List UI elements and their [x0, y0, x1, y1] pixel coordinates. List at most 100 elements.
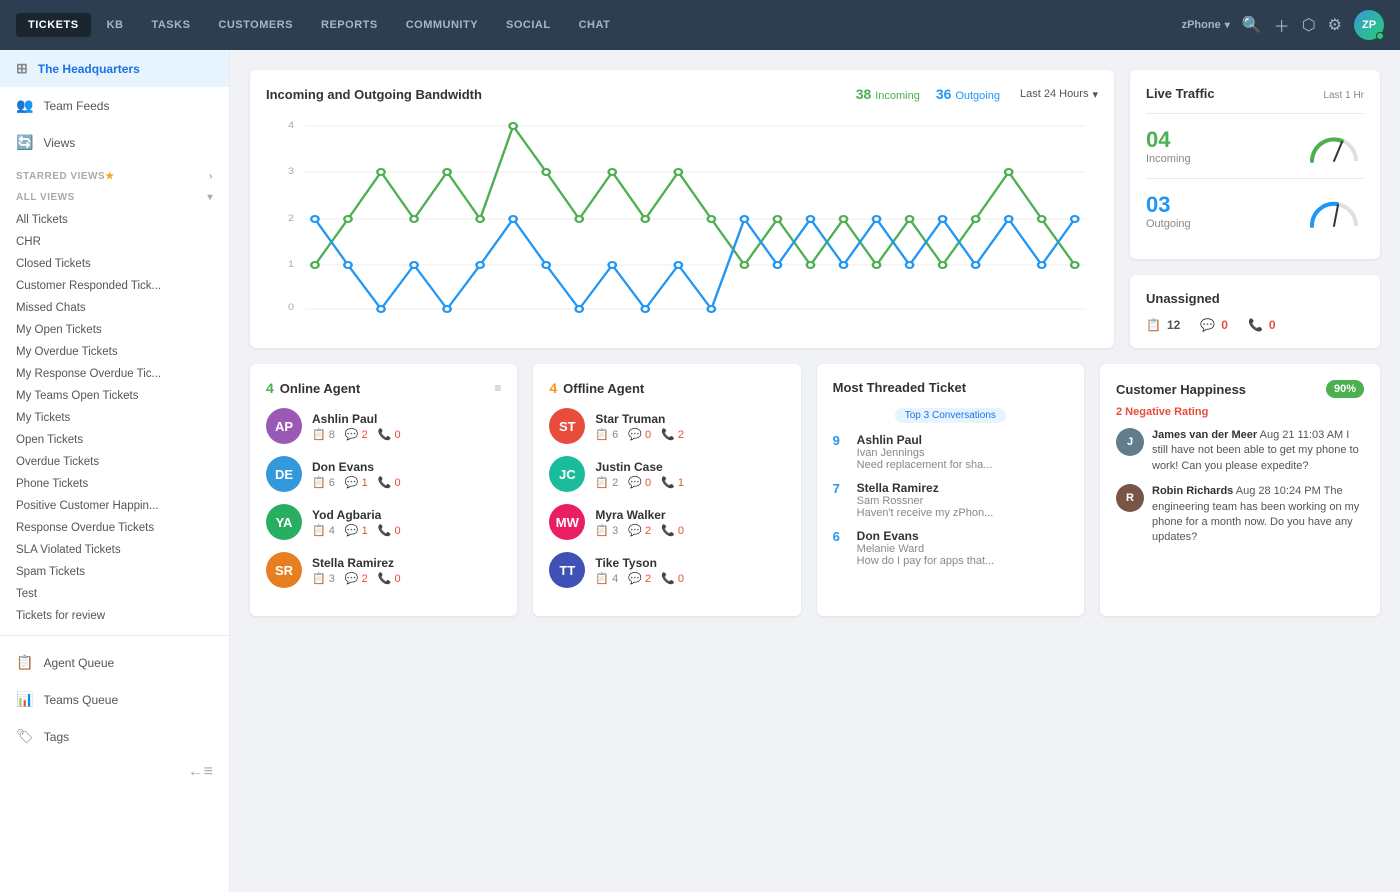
sidebar-link-all-tickets[interactable]: All Tickets: [0, 209, 229, 231]
most-threaded-title: Most Threaded Ticket: [833, 380, 966, 395]
negative-rating-label: 2 Negative Rating: [1116, 406, 1364, 418]
sidebar-item-views[interactable]: 🔄 Views: [0, 124, 229, 161]
nav-tab-tasks[interactable]: TASKS: [139, 13, 202, 37]
sidebar-item-team-feeds[interactable]: 👥 Team Feeds: [0, 87, 229, 124]
sidebar-link-positive-customer[interactable]: Positive Customer Happin...: [0, 495, 229, 517]
agent-stats-don: 📋 6 💬 1 📞 0: [312, 476, 501, 489]
svg-text:0: 0: [288, 303, 295, 313]
chevron-down-icon: ▾: [207, 192, 213, 203]
offline-agents-header: 4 Offline Agent: [549, 380, 784, 396]
sidebar-item-agent-queue-label: Agent Queue: [43, 656, 114, 670]
outgoing-gauge: [1304, 191, 1364, 231]
bandwidth-chart-card: Incoming and Outgoing Bandwidth 38 Incom…: [250, 70, 1114, 348]
phone-icon: 📞: [1248, 318, 1263, 332]
sidebar-link-my-tickets[interactable]: My Tickets: [0, 407, 229, 429]
sidebar-link-open-tickets[interactable]: Open Tickets: [0, 429, 229, 451]
sidebar-link-response-overdue[interactable]: Response Overdue Tickets: [0, 517, 229, 539]
thread-name-2: Don Evans: [857, 529, 1068, 543]
sidebar-link-phone-tickets[interactable]: Phone Tickets: [0, 473, 229, 495]
thread-item-1: 7 Stella Ramirez Sam Rossner Haven't rec…: [833, 481, 1068, 519]
live-traffic-card: Live Traffic Last 1 Hr 04 Incoming: [1130, 70, 1380, 259]
sidebar-link-overdue-tickets[interactable]: Overdue Tickets: [0, 451, 229, 473]
nav-tab-social[interactable]: SOCIAL: [494, 13, 563, 37]
main-content: Incoming and Outgoing Bandwidth 38 Incom…: [230, 50, 1400, 892]
live-outgoing-count: 03: [1146, 192, 1191, 218]
sidebar-item-teams-queue-label: Teams Queue: [43, 693, 118, 707]
live-traffic-title: Live Traffic: [1146, 86, 1215, 101]
sidebar-bottom: 📋 Agent Queue 📊 Teams Queue 🏷 Tags: [0, 635, 229, 755]
online-status-dot: [1376, 32, 1384, 40]
plus-icon[interactable]: ＋: [1274, 13, 1290, 37]
starred-views-section: STARRED VIEWS ★ ›: [0, 161, 229, 186]
sidebar-link-test[interactable]: Test: [0, 583, 229, 605]
main-layout: ⊞ The Headquarters 👥 Team Feeds 🔄 Views …: [0, 50, 1400, 892]
agent-star-truman: ST Star Truman 📋 6 💬 0 📞 2: [549, 408, 784, 444]
share-icon[interactable]: ⬡: [1302, 15, 1316, 35]
all-views-section[interactable]: ALL VIEWS ▾: [0, 186, 229, 209]
teams-queue-icon: 📊: [16, 691, 33, 708]
agent-info-ashlin: Ashlin Paul 📋 8 💬 2 📞 0: [312, 412, 501, 441]
agent-info-yod: Yod Agbaria 📋 4 💬 1 📞 0: [312, 508, 501, 537]
nav-tab-reports[interactable]: REPORTS: [309, 13, 390, 37]
sidebar-link-my-response-overdue[interactable]: My Response Overdue Tic...: [0, 363, 229, 385]
sidebar-link-tickets-for-review[interactable]: Tickets for review: [0, 605, 229, 627]
nav-tab-customers[interactable]: CUSTOMERS: [206, 13, 305, 37]
sidebar-link-missed-chats[interactable]: Missed Chats: [0, 297, 229, 319]
sidebar-link-spam-tickets[interactable]: Spam Tickets: [0, 561, 229, 583]
sidebar-link-my-teams-open[interactable]: My Teams Open Tickets: [0, 385, 229, 407]
thread-name-1: Stella Ramirez: [857, 481, 1068, 495]
sidebar-link-customer-responded[interactable]: Customer Responded Tick...: [0, 275, 229, 297]
nav-tab-tickets[interactable]: TICKETS: [16, 13, 91, 37]
online-agents-header: 4 Online Agent ≡: [266, 380, 501, 396]
sidebar-link-my-open-tickets[interactable]: My Open Tickets: [0, 319, 229, 341]
most-threaded-header: Most Threaded Ticket: [833, 380, 1068, 395]
incoming-count: 38 Incoming: [856, 86, 920, 102]
happiness-header: Customer Happiness 90%: [1116, 380, 1364, 398]
zphone-selector[interactable]: zPhone ▾: [1182, 19, 1230, 31]
collapse-sidebar-button[interactable]: ←≡: [0, 755, 229, 789]
nav-right: zPhone ▾ 🔍 ＋ ⬡ ⚙ ZP: [1182, 10, 1384, 40]
review-text-1: Robin Richards Aug 28 10:24 PM The engin…: [1152, 484, 1364, 546]
thread-name-0: Ashlin Paul: [857, 433, 1068, 447]
nav-tab-chat[interactable]: CHAT: [567, 13, 623, 37]
avatar[interactable]: ZP: [1354, 10, 1384, 40]
sidebar-item-tags[interactable]: 🏷 Tags: [0, 718, 229, 755]
search-icon[interactable]: 🔍: [1242, 15, 1262, 35]
agent-justin-case: JC Justin Case 📋 2 💬 0 📞 1: [549, 456, 784, 492]
online-agents-menu-icon[interactable]: ≡: [494, 381, 501, 395]
sidebar-item-agent-queue[interactable]: 📋 Agent Queue: [0, 644, 229, 681]
sidebar-item-teams-queue[interactable]: 📊 Teams Queue: [0, 681, 229, 718]
most-threaded-card: Most Threaded Ticket Top 3 Conversations…: [817, 364, 1084, 616]
agent-info-stella: Stella Ramirez 📋 3 💬 2 📞 0: [312, 556, 501, 585]
sidebar-link-chr[interactable]: CHR: [0, 231, 229, 253]
happiness-score: 90%: [1326, 380, 1364, 398]
agent-don-evans: DE Don Evans 📋 6 💬 1 📞 0: [266, 456, 501, 492]
team-feeds-icon: 👥: [16, 97, 33, 114]
chart-legend: 38 Incoming 36 Outgoing: [856, 86, 1000, 102]
unassigned-tickets: 📋 12: [1146, 318, 1180, 332]
sidebar-link-my-overdue-tickets[interactable]: My Overdue Tickets: [0, 341, 229, 363]
thread-count-0: 9: [833, 433, 849, 448]
sidebar-link-closed-tickets[interactable]: Closed Tickets: [0, 253, 229, 275]
agent-avatar-myra: MW: [549, 504, 585, 540]
svg-text:3: 3: [288, 167, 295, 177]
agent-stella-ramirez: SR Stella Ramirez 📋 3 💬 2 📞 0: [266, 552, 501, 588]
agent-name-ashlin: Ashlin Paul: [312, 412, 501, 426]
agent-ashlin-paul: AP Ashlin Paul 📋 8 💬 2 📞 0: [266, 408, 501, 444]
agent-stats-ashlin: 📋 8 💬 2 📞 0: [312, 428, 501, 441]
sidebar-item-headquarters[interactable]: ⊞ The Headquarters: [0, 50, 229, 87]
nav-tab-community[interactable]: COMMUNITY: [394, 13, 490, 37]
online-agents-label: Online Agent: [280, 381, 360, 396]
thread-subname-2: Melanie Ward: [857, 543, 1068, 555]
chart-filter-button[interactable]: Last 24 Hours ▾: [1020, 88, 1098, 101]
agent-info-myra: Myra Walker 📋 3 💬 2 📞 0: [595, 508, 784, 537]
thread-subname-1: Sam Rossner: [857, 495, 1068, 507]
agent-yod-agbaria: YA Yod Agbaria 📋 4 💬 1 📞 0: [266, 504, 501, 540]
sidebar-link-sla-violated[interactable]: SLA Violated Tickets: [0, 539, 229, 561]
nav-tab-kb[interactable]: KB: [95, 13, 136, 37]
online-agents-count: 4: [266, 380, 274, 396]
settings-icon[interactable]: ⚙: [1328, 15, 1342, 35]
review-avatar-0: J: [1116, 428, 1144, 456]
agent-tike-tyson: TT Tike Tyson 📋 4 💬 2 📞 0: [549, 552, 784, 588]
live-outgoing-metric: 03 Outgoing: [1146, 191, 1364, 231]
